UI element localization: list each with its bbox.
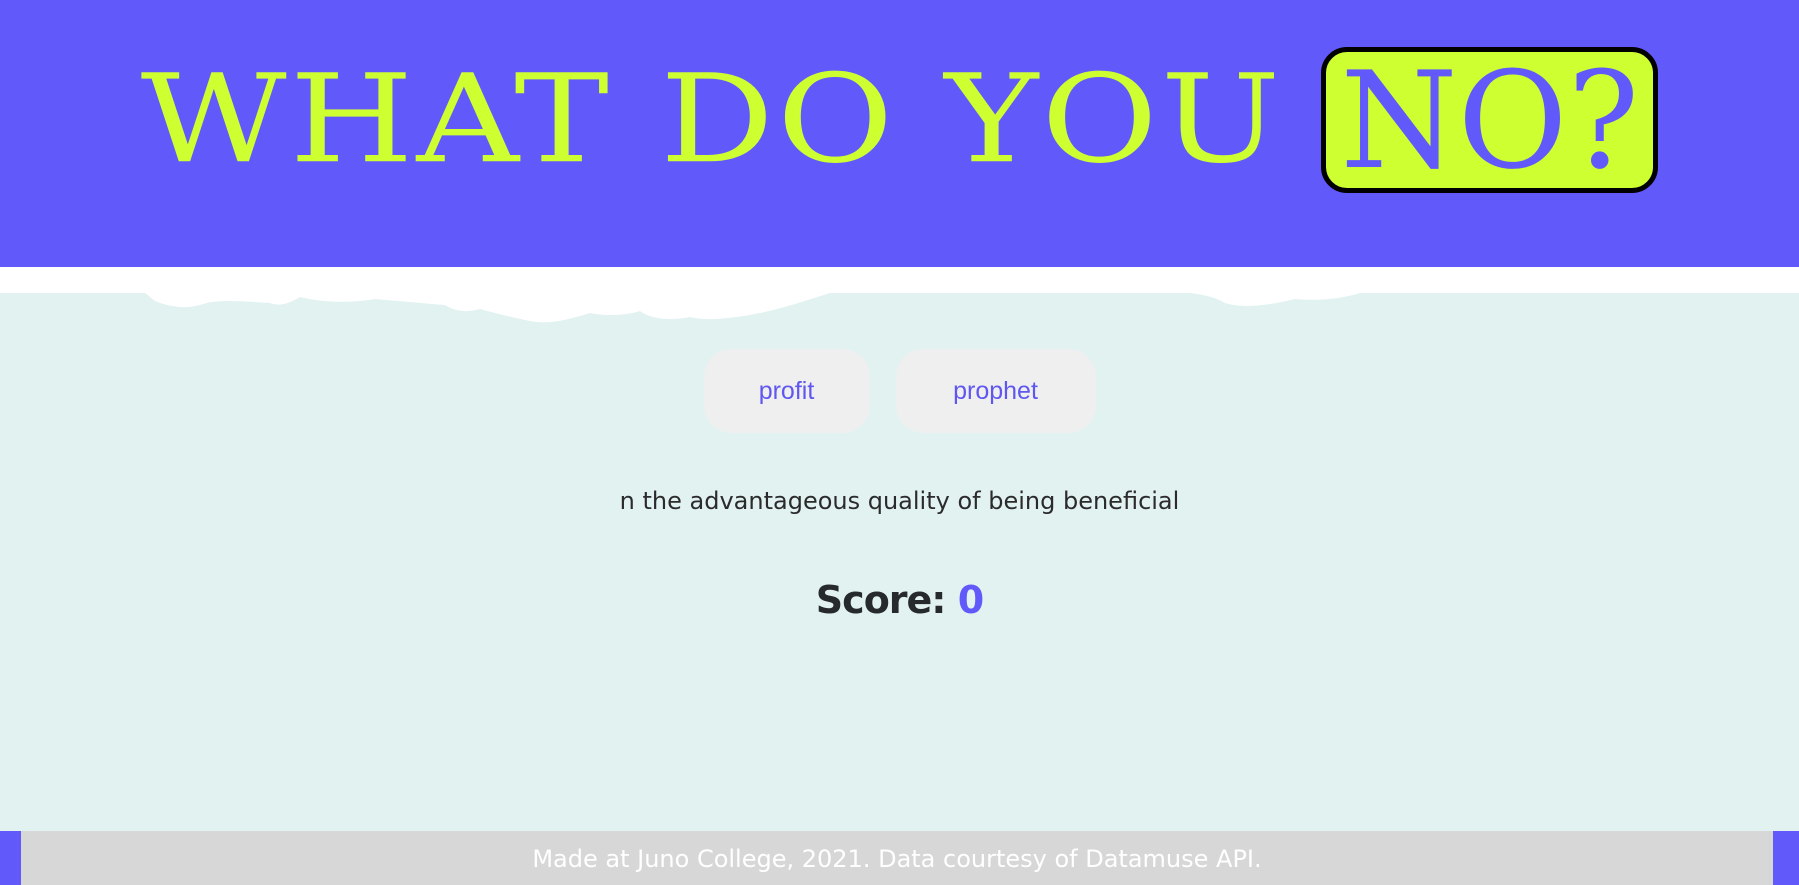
site-header: WHAT DO YOU NO?: [0, 0, 1799, 267]
word-definition: n the advantageous quality of being bene…: [619, 487, 1180, 515]
site-footer: Made at Juno College, 2021. Data courtes…: [0, 831, 1799, 885]
score-value: 0: [957, 578, 984, 622]
footer-text: Made at Juno College, 2021. Data courtes…: [21, 831, 1773, 885]
choice-button-profit[interactable]: profit: [703, 349, 870, 433]
paint-splash-decoration: [0, 291, 1799, 323]
score-display: Score: 0: [0, 578, 1799, 622]
score-label: Score:: [815, 578, 947, 622]
title-main-text: WHAT DO YOU: [140, 48, 1284, 191]
choice-button-prophet[interactable]: prophet: [895, 349, 1096, 433]
page-title: WHAT DO YOU NO?: [0, 40, 1799, 200]
page: WHAT DO YOU NO? profit prophet n the adv…: [0, 0, 1799, 885]
answer-choices: profit prophet: [0, 349, 1799, 433]
header-divider: [0, 267, 1799, 293]
title-highlight-badge: NO?: [1321, 47, 1659, 193]
